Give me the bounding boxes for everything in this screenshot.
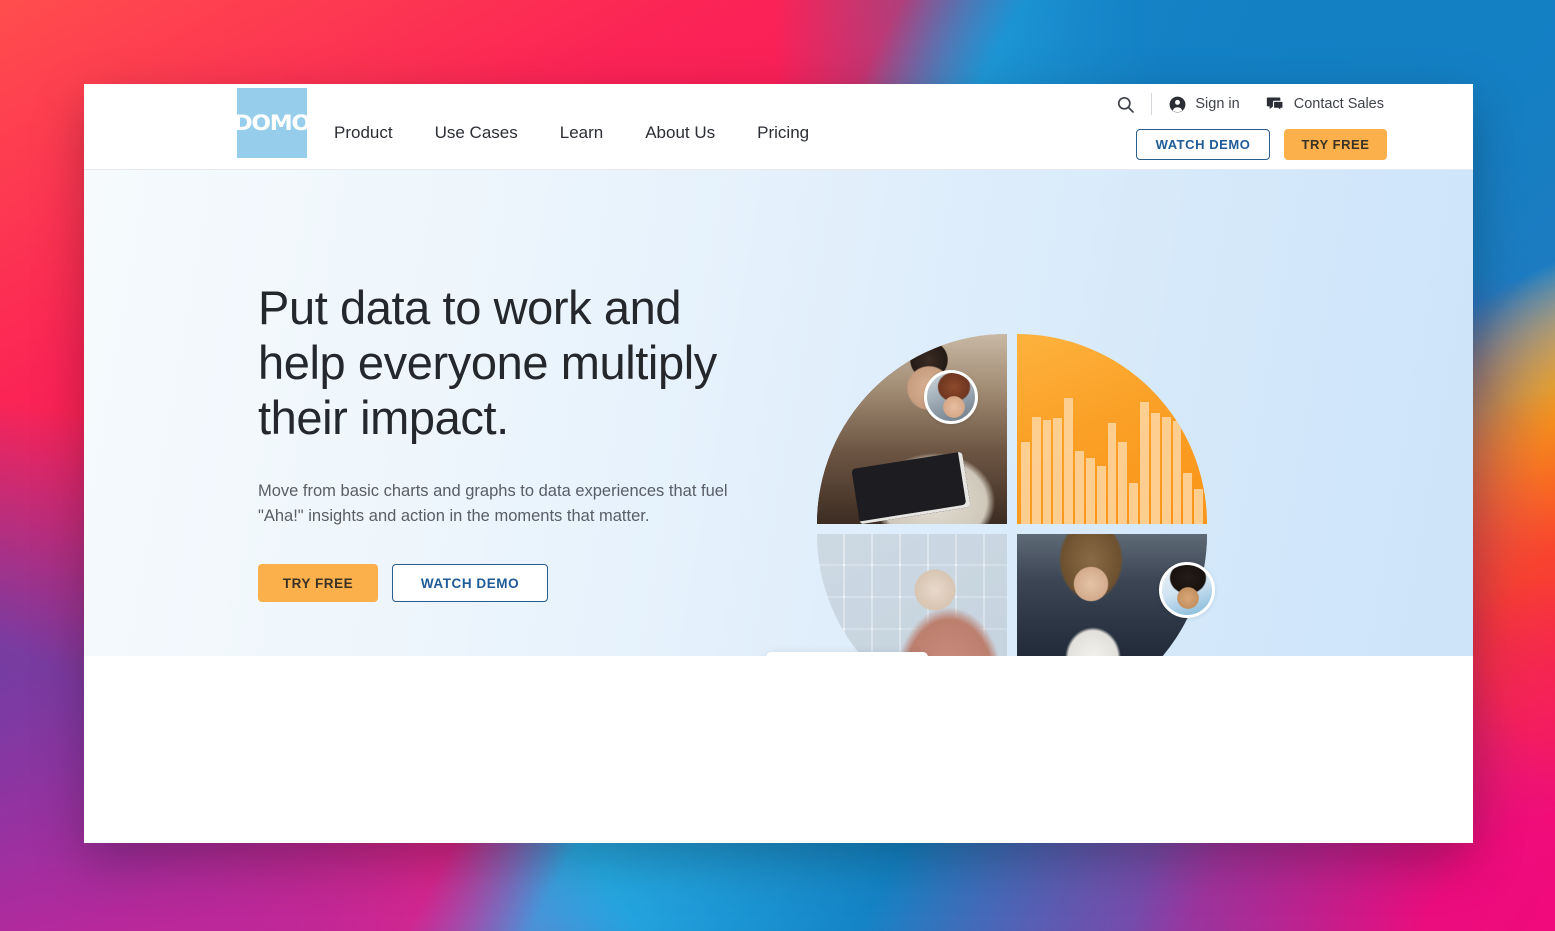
nav-item-use-cases[interactable]: Use Cases bbox=[414, 123, 539, 143]
bar-3 bbox=[1042, 419, 1052, 524]
hero-section: Put data to work and help everyone multi… bbox=[84, 170, 1473, 656]
try-free-button-header[interactable]: TRY FREE bbox=[1284, 129, 1387, 160]
domo-logo[interactable]: DOMO bbox=[233, 88, 311, 158]
bar-1 bbox=[1021, 441, 1030, 524]
hero-subtitle: Move from basic charts and graphs to dat… bbox=[258, 482, 728, 525]
contact-sales-link[interactable]: Contact Sales bbox=[1266, 95, 1384, 114]
user-account-icon bbox=[1169, 96, 1186, 112]
pql-metric-card: PQLS BY LEAD STATUS 268 PQLs bbox=[766, 652, 928, 656]
search-icon bbox=[1118, 96, 1135, 113]
try-free-button-hero[interactable]: TRY FREE bbox=[258, 564, 378, 602]
nav-item-pricing[interactable]: Pricing bbox=[736, 123, 830, 143]
bar-2 bbox=[1031, 416, 1041, 524]
desktop-wallpaper: DOMO Product Use Cases Learn About Us Pr… bbox=[0, 0, 1555, 931]
search-button[interactable] bbox=[1116, 95, 1135, 114]
bar-14 bbox=[1161, 416, 1171, 524]
utility-divider bbox=[1151, 93, 1153, 115]
watch-demo-button-header[interactable]: WATCH DEMO bbox=[1136, 129, 1270, 160]
header-cta-group: WATCH DEMO TRY FREE bbox=[1136, 129, 1387, 160]
domo-logo-text: DOMO bbox=[233, 111, 311, 135]
contact-sales-label: Contact Sales bbox=[1293, 96, 1384, 112]
nav-item-about-us[interactable]: About Us bbox=[624, 123, 736, 143]
avatar-bottom-right bbox=[1159, 562, 1215, 618]
main-navigation: Product Use Cases Learn About Us Pricing bbox=[334, 123, 830, 143]
bar-17 bbox=[1194, 489, 1204, 524]
page-title: Put data to work and help everyone multi… bbox=[258, 280, 778, 445]
bar-4 bbox=[1053, 418, 1063, 524]
collage-quadrant-bar-chart bbox=[1017, 334, 1207, 524]
bar-5 bbox=[1064, 397, 1074, 524]
hero-cta-group: TRY FREE WATCH DEMO bbox=[258, 564, 778, 602]
nav-item-learn[interactable]: Learn bbox=[539, 123, 624, 143]
bar-10 bbox=[1118, 441, 1128, 524]
bar-12 bbox=[1140, 402, 1149, 524]
orange-bar-chart bbox=[1017, 334, 1207, 524]
hero-title-line-3: their impact. bbox=[258, 391, 509, 444]
man-at-window-photo bbox=[817, 534, 1007, 656]
bar-11 bbox=[1129, 482, 1139, 524]
sign-in-link[interactable]: Sign in bbox=[1168, 95, 1240, 114]
bar-16 bbox=[1183, 473, 1193, 524]
bar-7 bbox=[1085, 457, 1095, 524]
collage-quadrant-man-with-tablet bbox=[817, 334, 1007, 524]
bar-6 bbox=[1075, 451, 1084, 524]
watch-demo-button-hero[interactable]: WATCH DEMO bbox=[392, 564, 548, 602]
hero-title-line-2: help everyone multiply bbox=[258, 336, 717, 389]
bar-chart-bars bbox=[1017, 366, 1207, 524]
bar-13 bbox=[1150, 413, 1160, 524]
hero-copy: Put data to work and help everyone multi… bbox=[258, 280, 778, 602]
bar-9 bbox=[1107, 422, 1117, 524]
bar-15 bbox=[1172, 421, 1182, 524]
avatar-top-left bbox=[924, 370, 978, 424]
man-with-tablet-photo bbox=[817, 334, 1007, 524]
collage-quadrant-man-at-window bbox=[817, 534, 1007, 656]
utility-bar: Sign in Contact Sales bbox=[1116, 89, 1384, 119]
browser-window: DOMO Product Use Cases Learn About Us Pr… bbox=[84, 84, 1473, 843]
hero-title-line-1: Put data to work and bbox=[258, 281, 682, 334]
chat-bubble-icon bbox=[1266, 97, 1284, 112]
bar-8 bbox=[1096, 465, 1106, 524]
site-header: DOMO Product Use Cases Learn About Us Pr… bbox=[84, 84, 1473, 170]
nav-item-product[interactable]: Product bbox=[334, 123, 414, 143]
hero-collage: PQLS BY LEAD STATUS 268 PQLs bbox=[766, 334, 1215, 656]
sign-in-label: Sign in bbox=[1195, 96, 1240, 112]
